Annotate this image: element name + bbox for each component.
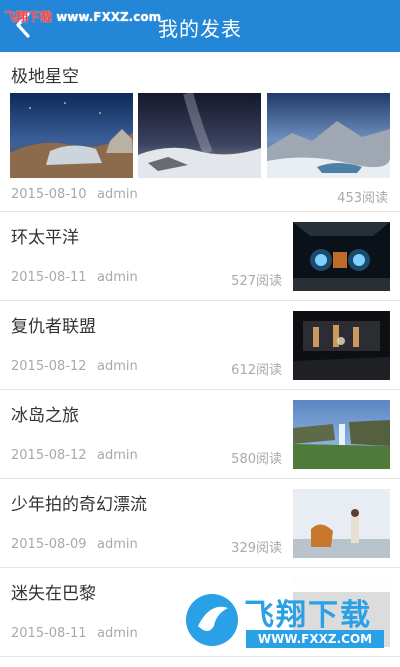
watermark-logo-icon [186, 594, 238, 646]
post-image-row [10, 93, 390, 178]
watermark-url: www.FXXZ.com [56, 10, 162, 24]
post-item[interactable]: 冰岛之旅 2015-08-12 admin 580阅读 [0, 390, 400, 479]
post-title: 极地星空 [11, 67, 79, 87]
post-title: 少年拍的奇幻漂流 [11, 495, 147, 515]
post-item[interactable]: 少年拍的奇幻漂流 2015-08-09 admin 329阅读 [0, 479, 400, 568]
post-date: 2015-08-10 [11, 187, 87, 202]
post-image[interactable] [138, 93, 261, 178]
post-author: admin [97, 537, 138, 552]
post-author: admin [97, 270, 138, 285]
watermark-site: WWW.FXXZ.COM [246, 630, 384, 648]
post-read-count: 527阅读 [231, 274, 282, 289]
post-image[interactable] [267, 93, 390, 178]
post-image[interactable] [293, 489, 390, 558]
post-date: 2015-08-11 [11, 626, 87, 641]
watermark-brand: 飞翔下载 [4, 10, 53, 24]
post-image[interactable] [293, 222, 390, 291]
post-author: admin [97, 448, 138, 463]
post-title: 迷失在巴黎 [11, 584, 96, 604]
post-author: admin [97, 187, 138, 202]
post-item[interactable]: 极地星空 2015-08-10 admin 453阅读 [0, 52, 400, 212]
post-read-count: 453阅读 [337, 191, 388, 206]
post-read-count: 580阅读 [231, 452, 282, 467]
post-author: admin [97, 359, 138, 374]
post-date: 2015-08-11 [11, 270, 87, 285]
post-image[interactable] [10, 93, 133, 178]
watermark-top: 飞翔下载 www.FXXZ.com [4, 8, 161, 25]
post-title: 复仇者联盟 [11, 317, 96, 337]
post-date: 2015-08-09 [11, 537, 87, 552]
post-read-count: 612阅读 [231, 363, 282, 378]
post-title: 冰岛之旅 [11, 406, 79, 426]
post-date: 2015-08-12 [11, 359, 87, 374]
post-item[interactable]: 环太平洋 2015-08-11 admin 527阅读 [0, 212, 400, 301]
post-title: 环太平洋 [11, 228, 79, 248]
post-image[interactable] [293, 311, 390, 380]
watermark-bottom: 飞翔下载 WWW.FXXZ.COM [180, 586, 390, 652]
watermark-brand: 飞翔下载 [244, 598, 372, 633]
post-feed: 极地星空 2015-08-10 admin 453阅读 环太平洋 2015-08… [0, 52, 400, 657]
post-image[interactable] [293, 400, 390, 469]
post-date: 2015-08-12 [11, 448, 87, 463]
post-read-count: 329阅读 [231, 541, 282, 556]
post-item[interactable]: 复仇者联盟 2015-08-12 admin 612阅读 [0, 301, 400, 390]
post-author: admin [97, 626, 138, 641]
